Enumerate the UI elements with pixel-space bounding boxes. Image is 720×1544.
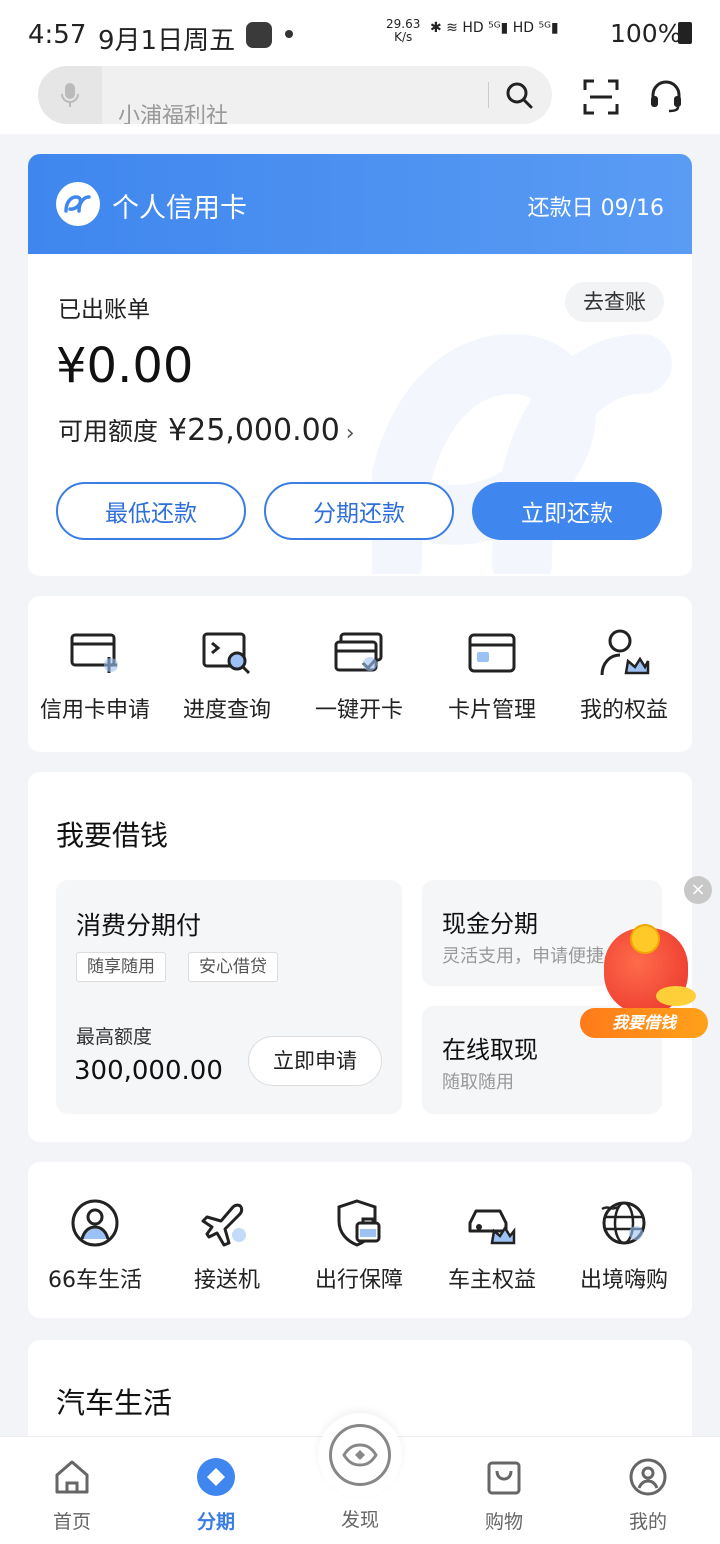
card-title: 个人信用卡 — [112, 193, 247, 224]
tag-secure: 安心借贷 — [188, 952, 278, 982]
net-speed: 29.63 K/s — [386, 17, 421, 44]
bank-logo-icon — [56, 182, 100, 226]
card-manage-icon — [426, 626, 558, 680]
airplane-icon — [161, 1196, 293, 1250]
car-life-title: 汽车生活 — [56, 1386, 173, 1420]
notification-icon — [246, 22, 272, 48]
service-travel-protection[interactable]: 出行保障 — [293, 1196, 425, 1294]
consumer-installment-title: 消费分期付 — [76, 911, 202, 940]
home-icon — [55, 1460, 89, 1494]
available-amount: ¥25,000.00 — [168, 413, 340, 448]
coins-pile-icon — [656, 986, 696, 1006]
service-overseas-shopping[interactable]: 出境嗨购 — [558, 1196, 690, 1294]
minimum-repay-button[interactable]: 最低还款 — [56, 482, 246, 540]
quick-menu: 信用卡申请 进度查询 一键开卡 卡片管理 我的权益 — [28, 596, 692, 752]
shield-bag-icon — [293, 1196, 425, 1250]
tab-discover-button[interactable] — [318, 1413, 402, 1497]
repay-now-button[interactable]: 立即还款 — [472, 482, 662, 540]
installment-icon — [197, 1458, 235, 1496]
car-life-icon — [29, 1196, 161, 1250]
microphone-icon[interactable] — [38, 66, 102, 124]
shopping-bag-icon — [487, 1461, 521, 1495]
services-menu: 66车生活 接送机 出行保障 车主权益 出境嗨购 — [28, 1162, 692, 1318]
status-bar: 4:57 9月1日周五 29.63 K/s ✱ ≋ HD ⁵ᴳ▮ HD ⁵ᴳ▮ … — [0, 0, 720, 66]
quick-item-progress[interactable]: 进度查询 — [161, 626, 293, 724]
borrow-promo-float[interactable]: 我要借钱 — [576, 920, 712, 1044]
search-bar[interactable]: 小浦福利社 — [38, 66, 552, 124]
signal-icons: ✱ ≋ HD ⁵ᴳ▮ HD ⁵ᴳ▮ — [430, 20, 559, 36]
top-header: 小浦福利社 — [0, 66, 720, 134]
available-credit[interactable]: 可用额度 ¥25,000.00 › — [58, 412, 355, 448]
borrow-title: 我要借钱 — [56, 819, 169, 852]
online-withdraw-title: 在线取现 — [442, 1036, 538, 1064]
battery-icon — [678, 22, 692, 44]
search-placeholder: 小浦福利社 — [118, 104, 229, 124]
credit-card-header[interactable]: 个人信用卡 还款日 09/16 — [28, 154, 692, 254]
globe-shopping-icon — [558, 1196, 690, 1250]
user-icon — [629, 1458, 667, 1496]
tag-flexible: 随享随用 — [76, 952, 166, 982]
notification-dot-icon — [285, 30, 293, 38]
status-time: 4:57 — [28, 20, 87, 50]
max-limit-label: 最高额度 — [76, 1026, 153, 1048]
user-crown-icon — [558, 626, 690, 680]
billed-amount: ¥0.00 — [56, 338, 194, 394]
service-car-life[interactable]: 66车生活 — [29, 1196, 161, 1294]
due-date: 还款日 09/16 — [527, 196, 664, 221]
quick-item-card-apply[interactable]: 信用卡申请 — [29, 626, 161, 724]
promo-label: 我要借钱 — [580, 1008, 708, 1038]
coin-icon — [630, 924, 660, 954]
billed-label: 已出账单 — [58, 297, 150, 323]
search-icon[interactable] — [504, 80, 534, 114]
float-close-icon[interactable]: × — [684, 876, 712, 904]
card-add-icon — [29, 626, 161, 680]
tab-shopping[interactable]: 购物 — [454, 1457, 554, 1534]
status-date: 9月1日周五 — [98, 26, 236, 56]
service-car-owner-benefits[interactable]: 车主权益 — [426, 1196, 558, 1294]
consumer-installment-card[interactable]: 消费分期付 随享随用 安心借贷 最高额度 300,000.00 立即申请 — [56, 880, 402, 1114]
cash-installment-title: 现金分期 — [442, 910, 538, 938]
tab-discover-label: 发现 — [340, 1509, 379, 1531]
scan-icon[interactable] — [582, 78, 620, 120]
progress-search-icon — [161, 626, 293, 680]
card-activate-icon — [293, 626, 425, 680]
quick-item-card-manage[interactable]: 卡片管理 — [426, 626, 558, 724]
search-divider — [488, 82, 489, 108]
installment-repay-button[interactable]: 分期还款 — [264, 482, 454, 540]
quick-item-benefits[interactable]: 我的权益 — [558, 626, 690, 724]
chevron-right-icon: › — [345, 421, 355, 446]
tab-installment[interactable]: 分期 — [166, 1457, 266, 1534]
tab-mine[interactable]: 我的 — [598, 1457, 698, 1534]
service-airport-transfer[interactable]: 接送机 — [161, 1196, 293, 1294]
online-withdraw-subtitle: 随取随用 — [442, 1072, 514, 1093]
apply-now-button[interactable]: 立即申请 — [248, 1036, 382, 1086]
car-crown-icon — [426, 1196, 558, 1250]
customer-service-icon[interactable] — [648, 78, 684, 118]
max-limit-value: 300,000.00 — [74, 1056, 223, 1086]
credit-card-panel: 个人信用卡 还款日 09/16 已出账单 去查账 ¥0.00 可用额度 ¥25,0… — [28, 154, 692, 576]
tab-home[interactable]: 首页 — [22, 1457, 122, 1534]
bottom-tab-bar: 首页 分期 发现 购物 我的 — [0, 1413, 720, 1544]
eye-icon — [329, 1424, 391, 1486]
check-bill-button[interactable]: 去查账 — [565, 282, 664, 322]
available-label: 可用额度 — [58, 417, 159, 446]
quick-item-activate[interactable]: 一键开卡 — [293, 626, 425, 724]
battery-percent: 100% — [610, 19, 682, 48]
